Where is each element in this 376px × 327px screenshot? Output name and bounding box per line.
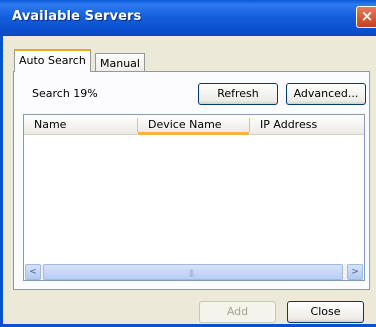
close-icon: ×: [360, 7, 374, 25]
close-button[interactable]: Close: [287, 301, 364, 323]
server-list[interactable]: Name Device Name IP Address < ||| >: [23, 114, 365, 281]
arrow-right-icon: >: [351, 267, 359, 277]
tab-manual[interactable]: Manual: [95, 53, 145, 73]
advanced-button[interactable]: Advanced...: [286, 83, 366, 105]
horizontal-scrollbar[interactable]: < ||| >: [25, 264, 363, 280]
column-header-ip-address[interactable]: IP Address: [250, 115, 364, 135]
search-progress-text: Search 19%: [32, 87, 98, 100]
column-header-name[interactable]: Name: [24, 115, 137, 135]
window-frame-left: [0, 36, 3, 327]
scrollbar-thumb[interactable]: |||: [43, 264, 343, 280]
column-header-device-name[interactable]: Device Name: [138, 115, 249, 135]
tab-auto-search[interactable]: Auto Search: [14, 49, 91, 72]
title-bar[interactable]: Available Servers ×: [0, 0, 376, 36]
window-title: Available Servers: [12, 9, 142, 24]
available-servers-dialog: Available Servers × Auto Search Manual S…: [0, 0, 376, 327]
arrow-left-icon: <: [29, 267, 37, 277]
scroll-left-button[interactable]: <: [25, 264, 41, 280]
grip-icon: |||: [189, 269, 194, 277]
scroll-right-button[interactable]: >: [347, 264, 363, 280]
add-button[interactable]: Add: [199, 301, 276, 323]
refresh-button[interactable]: Refresh: [198, 83, 278, 105]
window-close-button[interactable]: ×: [356, 6, 376, 28]
